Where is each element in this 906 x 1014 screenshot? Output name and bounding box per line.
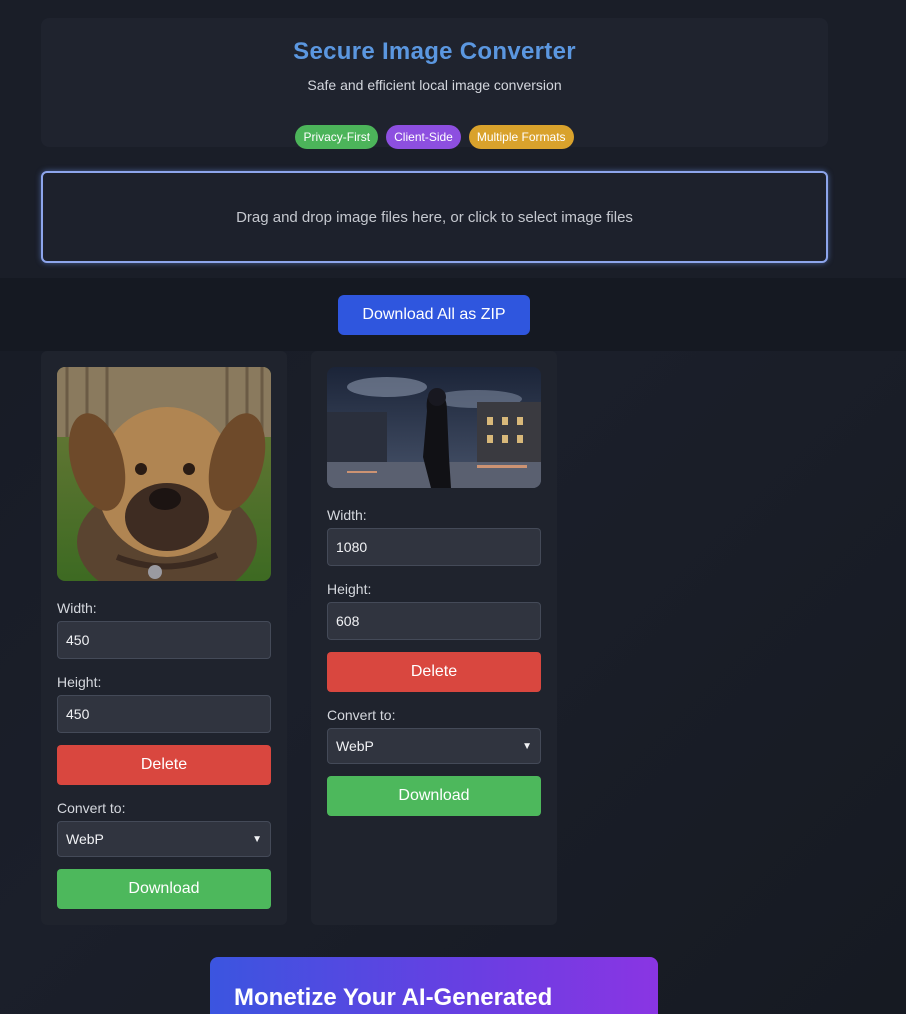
- page-subtitle: Safe and efficient local image conversio…: [307, 77, 562, 93]
- image-thumbnail-anime: [327, 367, 541, 488]
- download-button[interactable]: Download: [57, 869, 271, 909]
- convert-to-label: Convert to:: [57, 800, 126, 816]
- badge-privacy-first: Privacy-First: [295, 125, 379, 149]
- image-thumbnail-dog: [57, 367, 271, 581]
- page-title: Secure Image Converter: [293, 38, 576, 65]
- promo-banner: Monetize Your AI-Generated: [210, 957, 658, 1014]
- delete-button[interactable]: Delete: [57, 745, 271, 785]
- dog-photo-image: [57, 367, 271, 581]
- app-header: Secure Image Converter Safe and efficien…: [41, 18, 828, 149]
- promo-title: Monetize Your AI-Generated: [234, 984, 553, 1011]
- delete-button[interactable]: Delete: [327, 652, 541, 692]
- height-label: Height:: [327, 581, 372, 597]
- image-card: Width: Height: Delete Convert to: WebP ▼…: [41, 351, 287, 925]
- download-button[interactable]: Download: [327, 776, 541, 816]
- width-input[interactable]: [327, 528, 541, 566]
- chevron-down-icon: ▼: [252, 833, 262, 845]
- width-label: Width:: [327, 507, 367, 523]
- width-input[interactable]: [57, 621, 271, 659]
- height-input[interactable]: [327, 602, 541, 640]
- format-select-value: WebP: [336, 738, 374, 754]
- convert-to-label: Convert to:: [327, 707, 396, 723]
- height-input[interactable]: [57, 695, 271, 733]
- format-select[interactable]: WebP ▼: [327, 728, 541, 764]
- format-select-value: WebP: [66, 831, 104, 847]
- badge-multiple-formats: Multiple Formats: [468, 125, 574, 149]
- download-all-zip-button[interactable]: Download All as ZIP: [338, 295, 530, 335]
- badge-client-side: Client-Side: [386, 125, 461, 149]
- file-dropzone[interactable]: Drag and drop image files here, or click…: [41, 171, 828, 263]
- feature-badges: Privacy-First Client-Side Multiple Forma…: [41, 125, 828, 149]
- image-card: Width: Height: Delete Convert to: WebP ▼…: [311, 351, 557, 925]
- width-label: Width:: [57, 600, 97, 616]
- format-select[interactable]: WebP ▼: [57, 821, 271, 857]
- height-label: Height:: [57, 674, 102, 690]
- chevron-down-icon: ▼: [522, 740, 532, 752]
- anime-night-street-image: [327, 367, 541, 488]
